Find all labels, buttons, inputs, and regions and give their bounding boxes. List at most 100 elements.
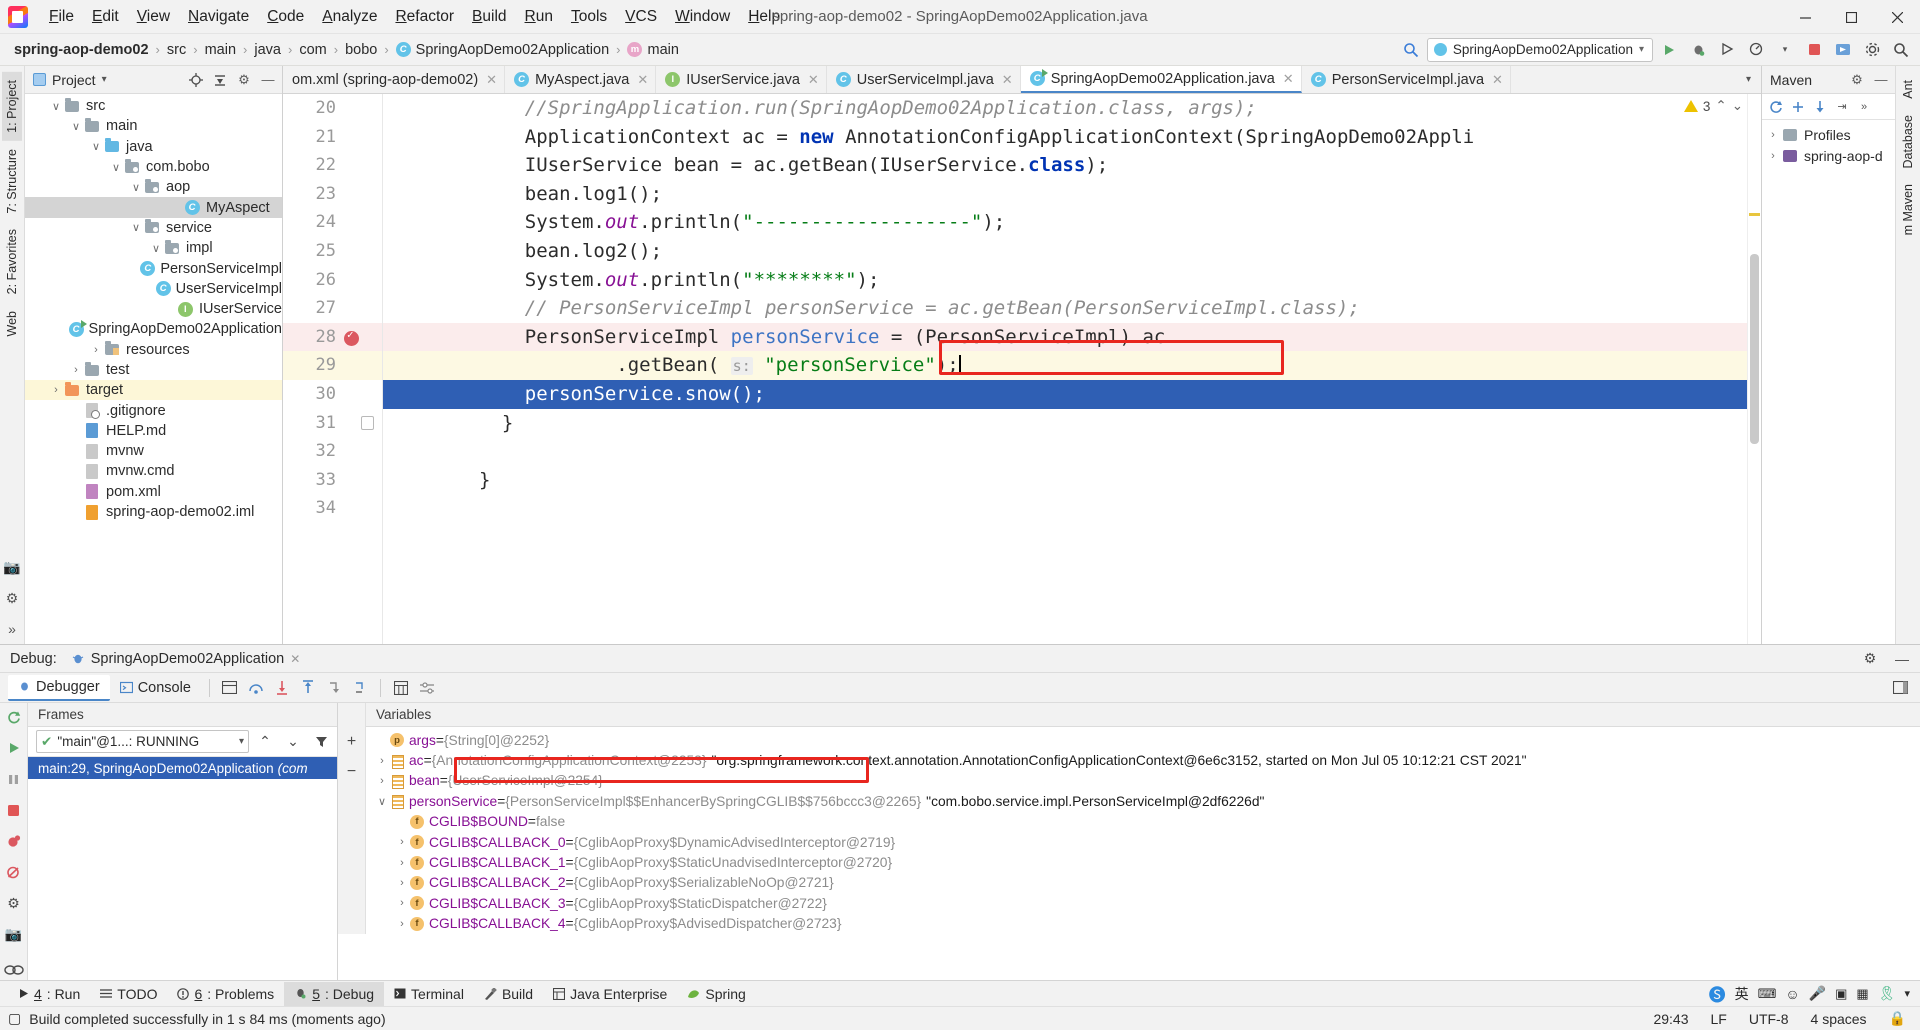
breadcrumb-item-4[interactable]: com [299,42,326,58]
chevrons-icon[interactable]: » [8,621,16,637]
update-app-icon[interactable] [1830,37,1856,63]
tree-expander-icon[interactable]: > [69,445,83,457]
tree-node-resources[interactable]: › resources [25,340,282,360]
refresh-icon[interactable] [1766,97,1786,117]
frame-row[interactable]: main:29, SpringAopDemo02Application (com [28,757,337,779]
line-number-28[interactable]: 28 [283,322,382,352]
tree-node-userserviceimpl[interactable]: >CUserServiceImpl [25,279,282,299]
tree-expander-icon[interactable]: > [163,303,176,315]
editor-tabs-overflow[interactable]: ▾ [1740,66,1761,93]
lock-status-icon[interactable]: 🔒 [1889,1010,1906,1027]
tree-node-impl[interactable]: ∨ impl [25,238,282,258]
tree-node-iuserservice[interactable]: >I IUserService [25,299,282,319]
toolwindow-javaenterprise[interactable]: Java Enterprise [543,982,677,1006]
variable-row-cglib-callback-4[interactable]: › f CGLIB$CALLBACK_4 = {CglibAopProxy$Advi… [366,914,1920,934]
tree-expander-icon[interactable]: > [145,283,155,295]
download-icon[interactable] [1810,97,1830,117]
menu-run[interactable]: Run [516,5,562,29]
code-line-21[interactable]: ApplicationContext ac = new AnnotationCo… [383,123,1747,152]
chevron-down-icon[interactable]: ▾ [1740,74,1757,85]
tree-expander-icon[interactable]: > [69,486,83,498]
tree-expander-icon[interactable]: ∨ [89,140,103,153]
step-into-icon[interactable] [270,677,294,699]
debug-button[interactable] [1685,37,1711,63]
line-number-23[interactable]: 23 [283,180,382,209]
toolwindow-build[interactable]: Build [474,982,543,1006]
close-icon[interactable]: ✕ [808,72,819,88]
frame-up-icon[interactable]: ⌃ [253,731,277,753]
indent-setting[interactable]: 4 spaces [1811,1011,1867,1027]
editor-tab-myaspect-java[interactable]: C MyAspect.java ✕ [505,66,657,93]
line-number-22[interactable]: 22 [283,151,382,180]
code-line-26[interactable]: System.out.println("********"); [383,266,1747,295]
view-breakpoints-icon[interactable] [2,863,26,883]
tree-expander-icon[interactable]: ∨ [109,161,123,174]
chevron-icon[interactable]: ▾ [1904,987,1910,1000]
tree-expander-icon[interactable]: › [89,344,103,356]
line-number-21[interactable]: 21 [283,123,382,152]
variable-expander-icon[interactable]: › [394,857,410,869]
breadcrumb-item-1[interactable]: src [167,42,186,58]
editor-tab-userserviceimpl-java[interactable]: C UserServiceImpl.java ✕ [827,66,1021,93]
menu-file[interactable]: File [40,5,83,29]
editor-tab-personserviceimpl-java[interactable]: C PersonServiceImpl.java ✕ [1302,66,1511,93]
variable-row-personservice[interactable]: ∨ personService = {PersonServiceImpl$$Enh… [366,791,1920,811]
tree-node-test[interactable]: › test [25,360,282,380]
breadcrumb-item-0[interactable]: spring-aop-demo02 [14,42,149,58]
code-line-25[interactable]: bean.log2(); [383,237,1747,266]
hide-icon[interactable]: — [1890,648,1914,670]
run-button[interactable] [1656,37,1682,63]
tree-expander-icon[interactable]: > [169,202,183,214]
menu-refactor[interactable]: Refactor [386,5,463,29]
variable-expander-icon[interactable]: › [374,755,390,767]
gear-icon[interactable]: ⚙ [1858,648,1882,670]
smiley-icon[interactable]: ☺ [1785,986,1799,1002]
breadcrumb-item-6[interactable]: C SpringAopDemo02Application [395,42,609,58]
line-number-29[interactable]: 29 [283,351,382,380]
variable-expander-icon[interactable]: › [394,918,410,930]
camera-icon[interactable]: 📷 [3,559,20,576]
tree-node-springaopdemo02application[interactable]: >CSpringAopDemo02Application [25,319,282,339]
breadcrumb-item-3[interactable]: java [254,42,281,58]
maven-projects-list[interactable]: › Profiles › spring-aop-d [1762,120,1895,166]
code-area[interactable]: //SpringApplication.run(SpringAopDemo02A… [383,94,1747,644]
mute-breakpoints-icon[interactable] [2,831,26,851]
variable-row-cglib-bound[interactable]: f CGLIB$BOUND = false [366,812,1920,832]
grid-icon[interactable]: ▦ [1856,986,1868,1002]
code-line-28[interactable]: PersonServiceImpl personService = (Perso… [383,322,1747,352]
toolwindow-problems[interactable]: 6: Problems [167,982,284,1006]
menu-code[interactable]: Code [258,5,313,29]
gear-icon[interactable]: ⚙ [6,590,19,607]
pause-icon[interactable] [2,769,26,789]
ribbon-icon[interactable]: 🎗 [1878,985,1896,1002]
hide-icon[interactable]: — [1871,70,1891,90]
code-line-24[interactable]: System.out.println("-------------------"… [383,208,1747,237]
menu-edit[interactable]: Edit [83,5,128,29]
code-line-23[interactable]: bean.log1(); [383,180,1747,209]
tree-node-com-bobo[interactable]: ∨ com.bobo [25,157,282,177]
variable-row-cglib-callback-2[interactable]: › f CGLIB$CALLBACK_2 = {CglibAopProxy$Seri… [366,873,1920,893]
toolwindow-spring[interactable]: Spring [677,982,755,1006]
rail-tab-ant[interactable]: Ant [1898,72,1918,107]
menu-build[interactable]: Build [463,5,515,29]
close-icon[interactable]: ✕ [1002,72,1013,88]
hide-icon[interactable]: — [258,70,278,90]
code-line-31[interactable]: } [383,409,1747,438]
add-watch-button[interactable]: + [340,731,364,753]
tree-node-help-md[interactable]: > HELP.md [25,421,282,441]
tree-expander-icon[interactable]: › [1766,129,1780,141]
variable-row-ac[interactable]: › ac = {AnnotationConfigApplicationContex… [366,750,1920,770]
screen-icon[interactable]: ▣ [1835,986,1847,1002]
tree-expander-icon[interactable]: ∨ [149,242,163,255]
prev-problem-icon[interactable]: ⌃ [1715,98,1726,114]
rerun-icon[interactable] [2,707,26,727]
tree-expander-icon[interactable]: > [69,405,83,417]
variable-row-cglib-callback-0[interactable]: › f CGLIB$CALLBACK_0 = {CglibAopProxy$Dyna… [366,832,1920,852]
run-with-coverage-button[interactable] [1714,37,1740,63]
chevron-down-icon[interactable]: ▾ [239,736,244,747]
line-number-20[interactable]: 20 [283,94,382,123]
minimize-button[interactable] [1782,0,1828,34]
tree-node-personserviceimpl[interactable]: >CPersonServiceImpl [25,258,282,278]
tree-node-service[interactable]: ∨ service [25,218,282,238]
code-line-30[interactable]: personService.snow(); [383,379,1747,409]
